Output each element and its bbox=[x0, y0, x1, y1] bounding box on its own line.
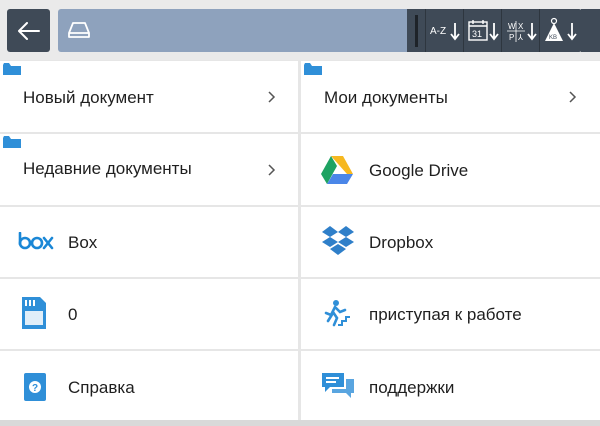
chevron-right-icon bbox=[268, 163, 276, 176]
sort-type-icon: W X P ⅄ bbox=[507, 20, 537, 42]
list-item-label: Недавние документы bbox=[23, 159, 192, 178]
toolbar-edge bbox=[581, 9, 600, 52]
list-item-recent-documents[interactable]: Недавние документы bbox=[0, 134, 298, 205]
svg-text:31: 31 bbox=[472, 29, 482, 39]
list-item-label: Справка bbox=[68, 378, 135, 397]
svg-text:?: ? bbox=[32, 383, 38, 394]
folder-icon bbox=[3, 63, 21, 75]
list-item-dropbox[interactable]: Dropbox bbox=[301, 207, 600, 277]
svg-text:W: W bbox=[508, 22, 516, 31]
list-item-label: поддержки bbox=[369, 378, 455, 397]
resize-handle[interactable] bbox=[407, 9, 425, 52]
list-item-label: Dropbox bbox=[369, 233, 434, 252]
list-item-label: Google Drive bbox=[369, 161, 469, 180]
list-item-my-documents[interactable]: Мои документы bbox=[301, 61, 600, 132]
back-button[interactable] bbox=[7, 9, 50, 52]
path-bar[interactable] bbox=[58, 9, 408, 52]
sort-date-icon: 31 bbox=[468, 19, 499, 41]
support-chat-icon bbox=[322, 373, 354, 398]
sd-card-icon bbox=[22, 297, 46, 329]
list-item-help[interactable]: ? Справка bbox=[0, 351, 298, 422]
sort-alpha-button[interactable]: A-Z bbox=[425, 9, 464, 52]
list-item-label: 0 bbox=[68, 305, 78, 324]
svg-text:KB: KB bbox=[549, 35, 557, 41]
location-grid: Новый документ Мои документы Недавние до… bbox=[0, 61, 600, 422]
list-item-box[interactable]: Box bbox=[0, 207, 298, 277]
sort-alpha-icon: A-Z bbox=[430, 22, 460, 40]
arrow-left-icon bbox=[17, 21, 40, 40]
list-item-google-drive[interactable]: Google Drive bbox=[301, 134, 600, 205]
bottom-edge bbox=[0, 420, 600, 426]
help-icon: ? bbox=[24, 373, 46, 401]
svg-text:⅄: ⅄ bbox=[517, 33, 523, 42]
list-item-label: Box bbox=[68, 233, 98, 252]
folder-icon bbox=[3, 136, 21, 148]
list-item-support[interactable]: поддержки bbox=[301, 351, 600, 422]
dropbox-icon bbox=[322, 226, 354, 255]
sort-date-button[interactable]: 31 bbox=[463, 9, 502, 52]
chevron-right-icon bbox=[569, 90, 577, 103]
list-item-label: Мои документы bbox=[324, 88, 448, 107]
sort-size-button[interactable]: KB bbox=[539, 9, 582, 52]
svg-text:A-Z: A-Z bbox=[430, 26, 446, 37]
list-item-sd-card[interactable]: 0 bbox=[0, 279, 298, 349]
sort-size-icon: KB bbox=[545, 17, 577, 41]
list-item-getting-started[interactable]: приступая к работе bbox=[301, 279, 600, 349]
top-toolbar: A-Z 31 W X P ⅄ KB bbox=[0, 0, 600, 60]
list-item-label: приступая к работе bbox=[369, 305, 522, 324]
chevron-right-icon bbox=[268, 90, 276, 103]
svg-text:P: P bbox=[509, 33, 514, 42]
folder-icon bbox=[304, 63, 322, 75]
list-item-label: Новый документ bbox=[23, 88, 154, 107]
google-drive-icon bbox=[321, 156, 353, 184]
list-item-new-document[interactable]: Новый документ bbox=[0, 61, 298, 132]
getting-started-icon bbox=[324, 300, 350, 327]
sort-type-button[interactable]: W X P ⅄ bbox=[501, 9, 540, 52]
drive-icon bbox=[68, 22, 90, 38]
box-icon bbox=[18, 232, 54, 250]
svg-text:X: X bbox=[518, 22, 524, 31]
